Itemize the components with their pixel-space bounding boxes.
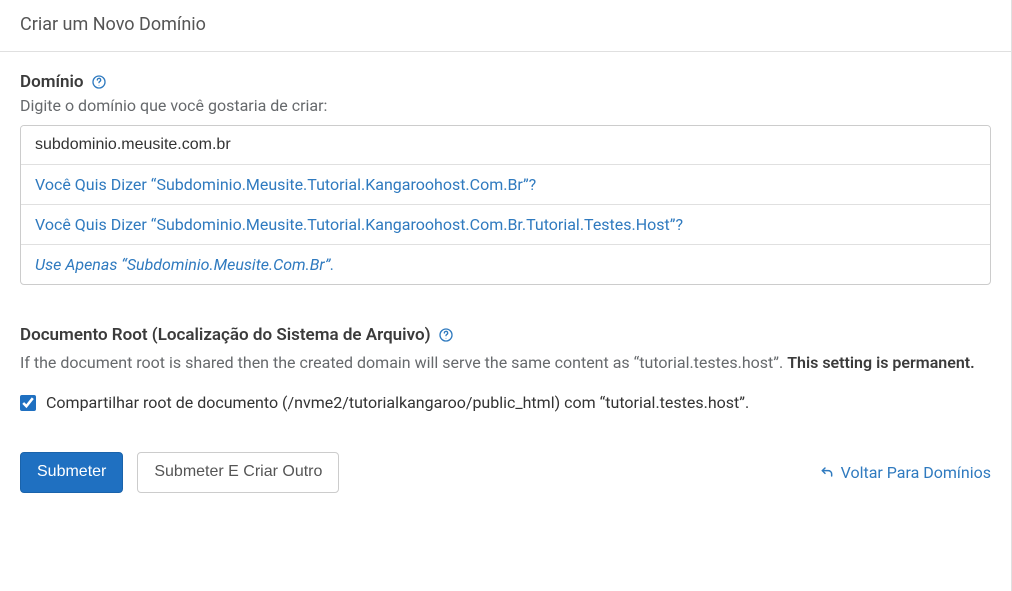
domain-use-only: Use Apenas “Subdominio.Meusite.Com.Br”.	[21, 244, 990, 284]
page-title: Criar um Novo Domínio	[0, 0, 1011, 52]
domain-suggestion: Você Quis Dizer “Subdominio.Meusite.Tuto…	[21, 164, 990, 204]
domain-input[interactable]	[21, 126, 990, 164]
button-group: Submeter Submeter E Criar Outro	[20, 452, 339, 493]
domain-label: Domínio	[20, 72, 84, 92]
share-docroot-row[interactable]: Compartilhar root de documento (/nvme2/t…	[20, 393, 991, 412]
domain-suggestion: Você Quis Dizer “Subdominio.Meusite.Tuto…	[21, 204, 990, 244]
domain-suggestion-link[interactable]: Você Quis Dizer “Subdominio.Meusite.Tuto…	[35, 175, 536, 194]
help-icon[interactable]	[90, 73, 108, 91]
docroot-label: Documento Root (Localização do Sistema d…	[20, 325, 431, 345]
back-to-domains-link[interactable]: Voltar Para Domínios	[819, 463, 991, 482]
domain-section: Domínio Digite o domínio que você gostar…	[20, 72, 991, 285]
docroot-help-part1: If the document root is shared then the …	[20, 353, 787, 372]
domain-input-group: Você Quis Dizer “Subdominio.Meusite.Tuto…	[20, 125, 991, 285]
docroot-help-text: If the document root is shared then the …	[20, 351, 991, 375]
form-container: Domínio Digite o domínio que você gostar…	[0, 52, 1011, 513]
help-icon[interactable]	[437, 326, 455, 344]
share-docroot-label: Compartilhar root de documento (/nvme2/t…	[46, 393, 749, 412]
docroot-section: Documento Root (Localização do Sistema d…	[20, 325, 991, 412]
footer-row: Submeter Submeter E Criar Outro Voltar P…	[20, 452, 991, 493]
domain-use-only-link[interactable]: Use Apenas “Subdominio.Meusite.Com.Br”.	[35, 255, 335, 274]
share-docroot-checkbox[interactable]	[20, 395, 36, 411]
domain-suggestion-link[interactable]: Você Quis Dizer “Subdominio.Meusite.Tuto…	[35, 215, 683, 234]
submit-create-another-button[interactable]: Submeter E Criar Outro	[137, 452, 339, 493]
submit-button[interactable]: Submeter	[20, 452, 123, 493]
back-link-label: Voltar Para Domínios	[841, 463, 991, 482]
back-arrow-icon	[819, 464, 835, 480]
docroot-help-strong: This setting is permanent.	[787, 353, 975, 372]
domain-help-text: Digite o domínio que você gostaria de cr…	[20, 96, 991, 115]
